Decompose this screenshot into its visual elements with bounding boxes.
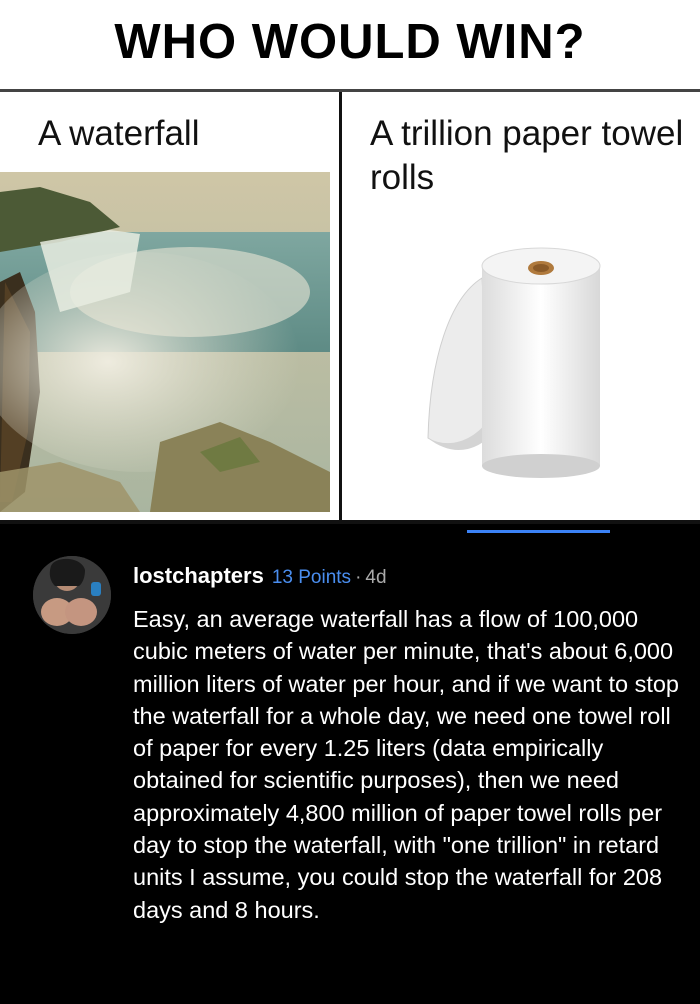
comment-meta: lostchapters 13 Points · 4d: [133, 563, 387, 591]
comment-age: 4d: [365, 567, 387, 588]
meme-divider-horizontal: [0, 89, 700, 92]
meme-title: WHO WOULD WIN?: [114, 15, 586, 69]
meta-separator: ·: [355, 567, 362, 588]
avatar[interactable]: [33, 556, 111, 634]
avatar-image: [33, 556, 111, 634]
comment-username[interactable]: lostchapters: [133, 563, 264, 588]
active-tab-indicator: [467, 530, 610, 533]
meme-divider-vertical: [339, 92, 342, 524]
meme-image: WHO WOULD WIN? A waterfall A trillion pa…: [0, 0, 700, 524]
comment-body: Easy, an average waterfall has a flow of…: [133, 606, 679, 923]
waterfall-image: [0, 172, 330, 512]
meme-bottom-border: [0, 520, 700, 524]
paper-towel-image: [427, 247, 601, 478]
right-label: A trillion paper towel rolls: [370, 114, 684, 197]
comment-points: 13 Points: [271, 567, 352, 588]
left-label: A waterfall: [38, 114, 200, 153]
